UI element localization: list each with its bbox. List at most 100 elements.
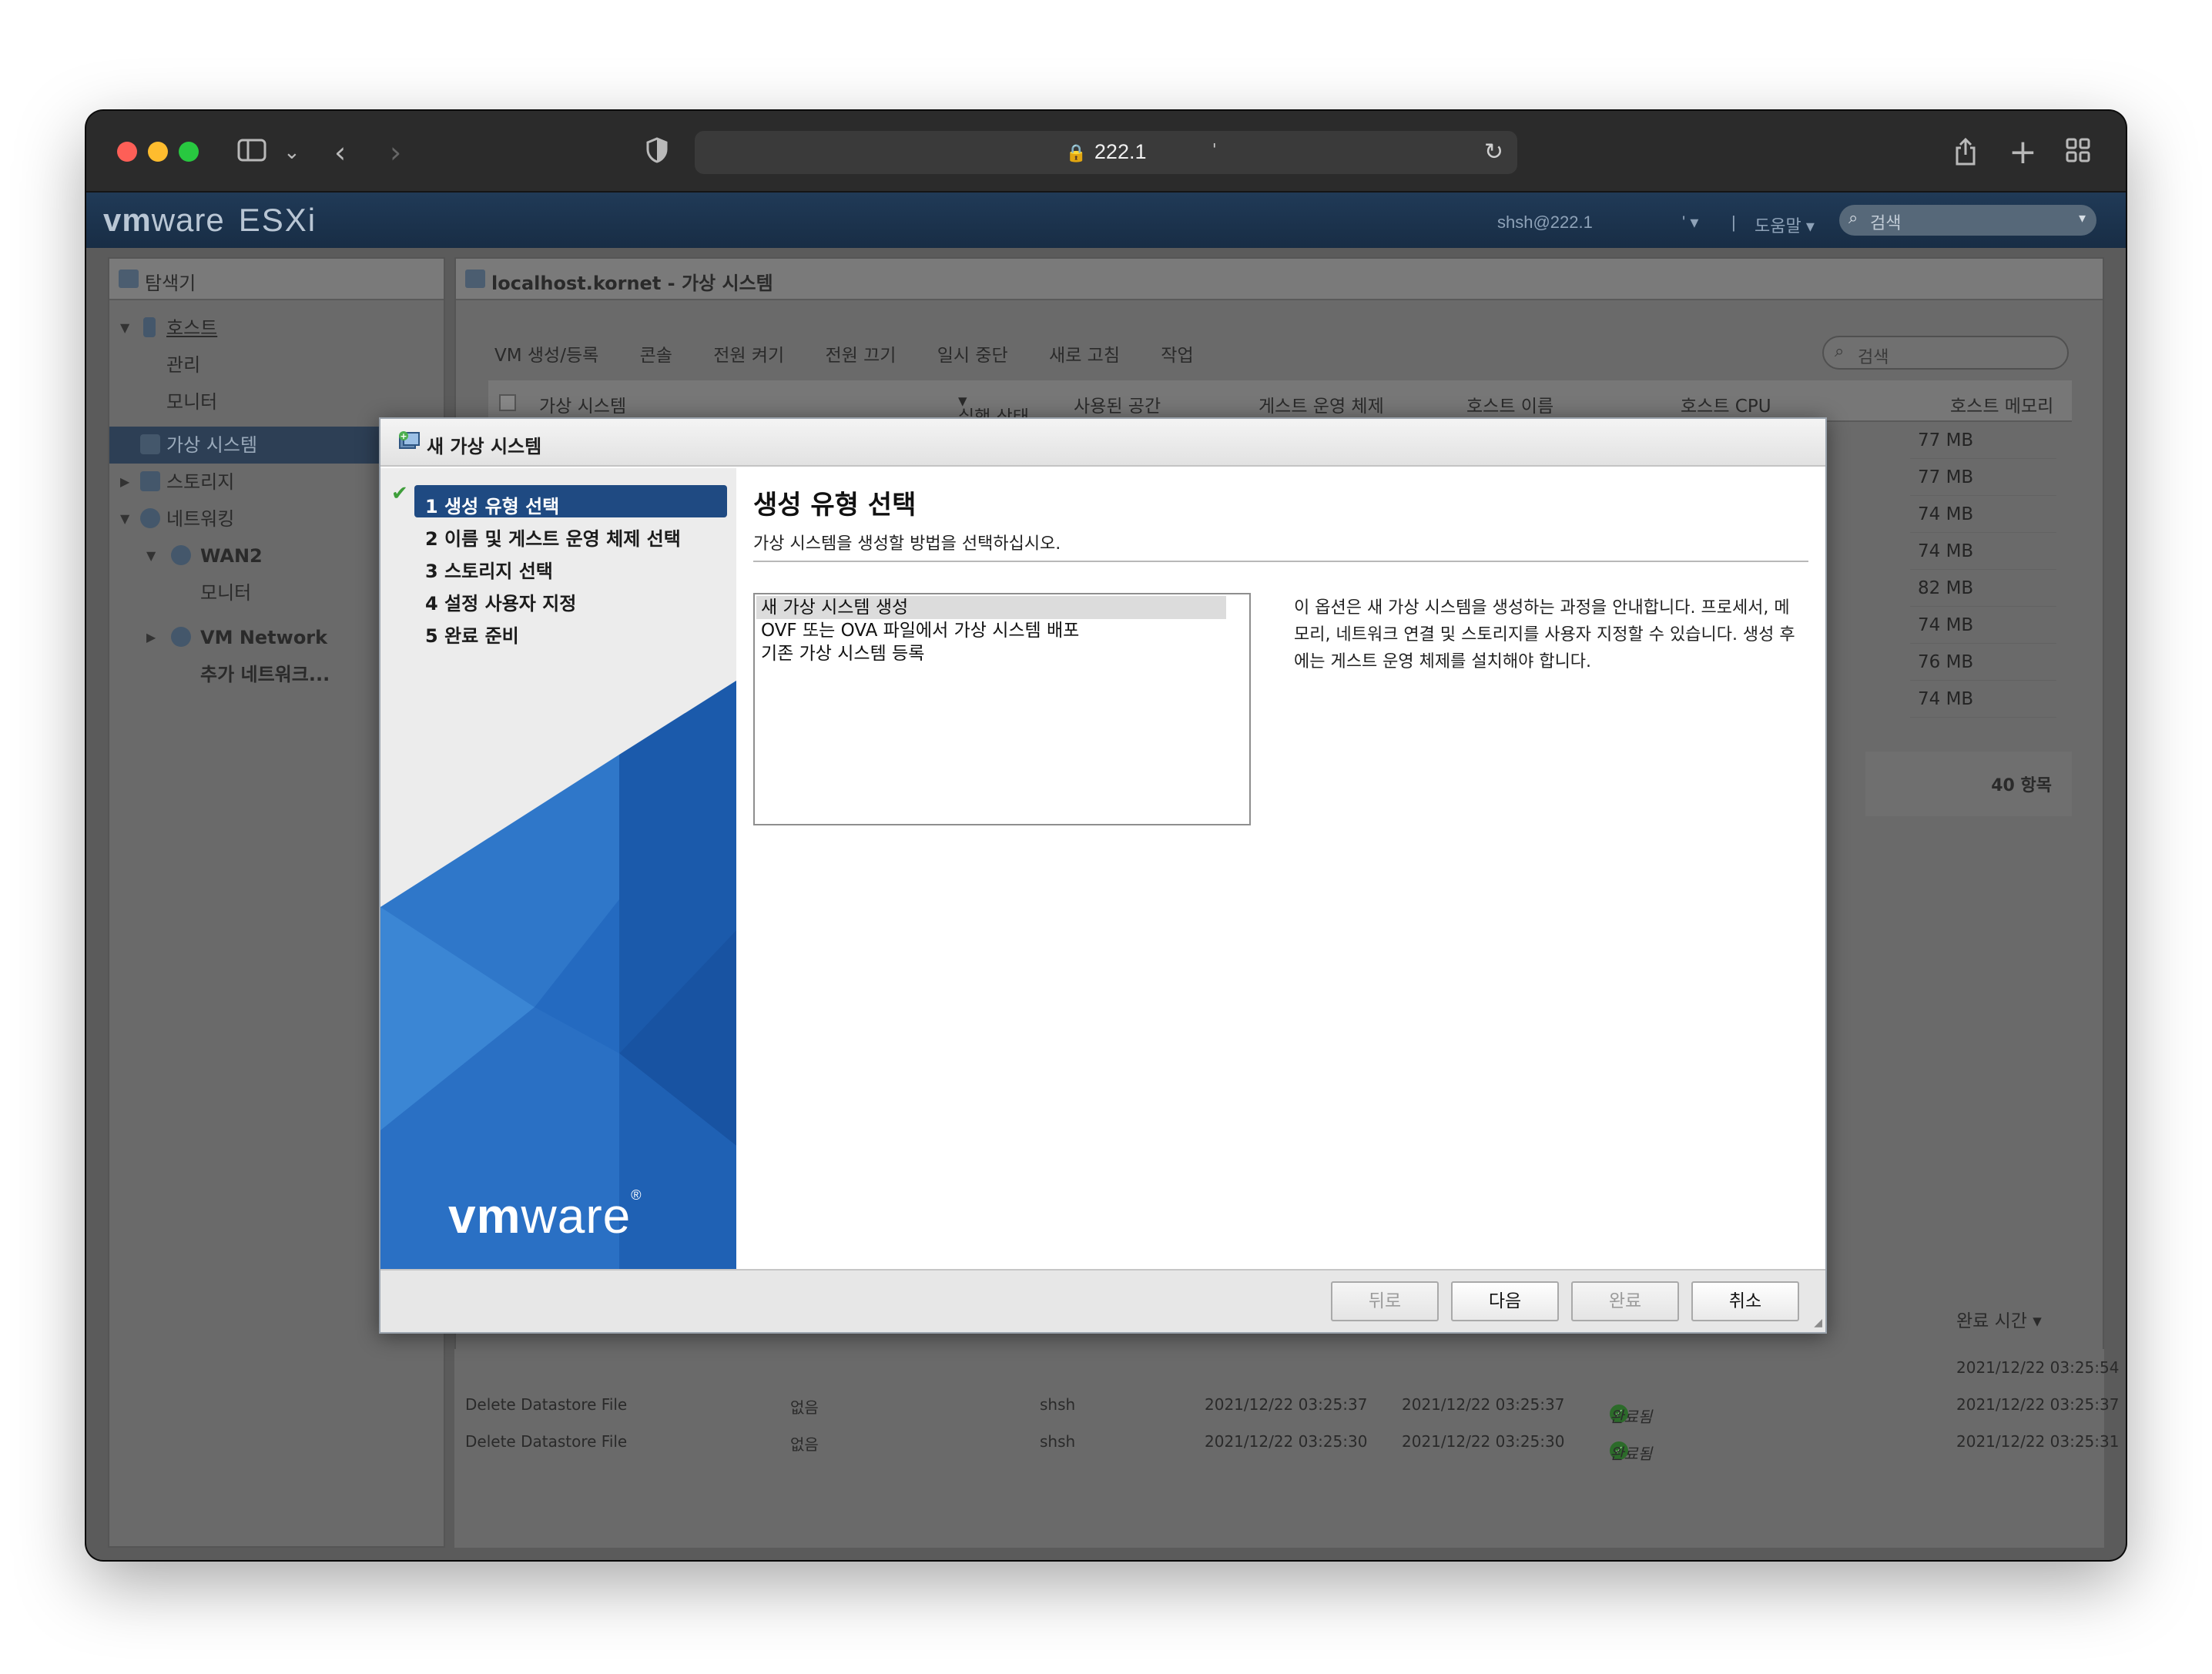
user-menu-mark[interactable]: ' ▾ [1682,213,1698,233]
option-description: 이 옵션은 새 가상 시스템을 생성하는 과정을 안내합니다. 프로세서, 메모… [1294,598,1795,671]
sidebar-item-manage[interactable]: 관리 [109,347,444,383]
wizard-content: 생성 유형 선택 가상 시스템을 생성할 방법을 선택하십시오. 새 가상 시스… [736,468,1825,1269]
vm-search-input[interactable]: ⌕ 검색 [1822,336,2069,370]
table-cell: 74 MB [1910,533,2056,570]
browser-toolbar: ⌄ ‹ › 🔒 222.1 ' ↻ + [86,111,2126,193]
task-completed: 2021/12/22 03:25:54 [1956,1358,2120,1377]
column-host-cpu[interactable]: 호스트 CPU [1681,391,1771,417]
navigator-icon [119,270,139,288]
table-cell: 77 MB [1910,422,2056,459]
task-completed: 2021/12/22 03:25:37 [1956,1395,2120,1414]
list-item-new-vm[interactable]: 새 가상 시스템 생성 [756,596,1226,619]
task-initiator: shsh [1040,1432,1076,1451]
vm-toolbar: VM 생성/등록 콘솔 전원 켜기 전원 끄기 일시 중단 새로 고침 작업 [494,340,1229,371]
task-initiator: shsh [1040,1395,1076,1414]
column-vm[interactable]: 가상 시스템 [539,391,626,417]
table-row[interactable]: Delete Datastore File 없음 shsh 2021/12/22… [454,1423,2119,1463]
task-completed: 2021/12/22 03:25:31 [1956,1432,2120,1451]
column-state[interactable]: 실행 상태 ▾ [958,391,1029,427]
task-started: 2021/12/22 03:25:30 [1402,1432,1565,1451]
storage-icon [140,471,160,491]
minimize-window-button[interactable] [148,142,168,162]
suspend-button[interactable]: 일시 중단 [937,346,1008,366]
sidebar-icon[interactable] [237,137,266,168]
navigator-title: 탐색기 [109,259,444,300]
expand-triangle-icon[interactable]: ▼ [120,501,129,537]
table-cell: 77 MB [1910,459,2056,496]
chevron-down-icon[interactable]: ▾ [2079,210,2086,226]
wizard-step-1[interactable]: 1 생성 유형 선택 [414,485,727,517]
task-target: 없음 [790,1435,819,1454]
wizard-step-5[interactable]: 5 완료 준비 [414,614,727,647]
header-search-input[interactable]: ⌕ 검색 ▾ [1839,205,2096,236]
refresh-button[interactable]: 새로 고침 [1049,346,1120,366]
dialog-title-bar[interactable]: + 새 가상 시스템 [380,419,1825,467]
search-icon: ⌕ [1848,209,1858,228]
column-host-memory[interactable]: 호스트 메모리 [1950,391,2053,417]
host-memory-column: 77 MB 77 MB 74 MB 74 MB 82 MB 74 MB 76 M… [1910,422,2056,718]
vm-table-header: 가상 시스템 실행 상태 ▾ 사용된 공간 게스트 운영 체제 호스트 이름 호… [488,380,2072,427]
actions-button[interactable]: 작업 [1161,346,1193,366]
column-guest-os[interactable]: 게스트 운영 체제 [1258,391,1384,417]
select-all-checkbox[interactable] [499,394,516,411]
expand-triangle-icon[interactable]: ▼ [146,537,156,574]
url-suffix: ' [1212,140,1217,159]
column-host-name[interactable]: 호스트 이름 [1466,391,1553,417]
sidebar-item-monitor[interactable]: 모니터 [109,383,444,420]
finish-button[interactable]: 완료 [1571,1281,1679,1321]
list-item-deploy-ovf[interactable]: OVF 또는 OVA 파일에서 가상 시스템 배포 [756,619,1248,642]
wizard-step-3[interactable]: 3 스토리지 선택 [414,550,727,582]
new-vm-icon: + [399,431,420,449]
wizard-step-4[interactable]: 4 설정 사용자 지정 [414,582,727,614]
forward-icon[interactable]: › [390,137,401,168]
vm-icon [140,434,160,454]
wizard-steps: 1 생성 유형 선택 ✔ 2 이름 및 게스트 운영 체제 선택 3 스토리지 … [380,468,736,1269]
network-icon [171,627,191,647]
table-cell: 74 MB [1910,496,2056,533]
table-cell: 74 MB [1910,607,2056,644]
plus-icon[interactable]: + [2009,136,2037,169]
list-item-register-vm[interactable]: 기존 가상 시스템 등록 [756,642,1248,665]
help-menu[interactable]: 도움말 ▾ [1755,213,1815,237]
user-menu[interactable]: shsh@222.1 [1497,213,1593,233]
create-register-vm-button[interactable]: VM 생성/등록 [494,346,598,366]
column-used-space[interactable]: 사용된 공간 [1074,391,1161,417]
share-icon[interactable] [1953,137,1978,172]
column-completed[interactable]: 완료 시간 ▾ [1956,1306,2042,1332]
back-icon[interactable]: ‹ [334,137,346,168]
console-button[interactable]: 콘솔 [640,346,672,366]
zoom-window-button[interactable] [179,142,199,162]
chevron-down-icon[interactable]: ⌄ [283,137,300,168]
back-button[interactable]: 뒤로 [1331,1281,1439,1321]
lock-icon: 🔒 [1065,143,1087,162]
next-button[interactable]: 다음 [1451,1281,1559,1321]
network-icon [171,545,191,565]
cancel-button[interactable]: 취소 [1691,1281,1799,1321]
check-icon: ✔ [391,482,408,505]
network-icon [140,508,160,528]
expand-triangle-icon[interactable]: ▶ [120,464,129,501]
table-row[interactable]: Delete Datastore File 없음 shsh 2021/12/22… [454,1386,2119,1426]
divider: | [1731,213,1736,232]
expand-triangle-icon[interactable]: ▶ [146,619,156,656]
wizard-step-2[interactable]: 2 이름 및 게스트 운영 체제 선택 [414,517,727,550]
resize-grip-icon[interactable]: ◢ [1814,1317,1822,1329]
expand-triangle-icon[interactable]: ▼ [120,310,129,347]
power-on-button[interactable]: 전원 켜기 [713,346,784,366]
step-heading: 생성 유형 선택 [753,490,917,521]
task-queued: 2021/12/22 03:25:30 [1205,1432,1368,1451]
creation-type-list[interactable]: 새 가상 시스템 생성 OVF 또는 OVA 파일에서 가상 시스템 배포 기존… [753,593,1251,825]
close-window-button[interactable] [117,142,137,162]
sidebar-item-host[interactable]: ▼ 호스트 [109,310,444,347]
url-text: 222.1 [1094,140,1147,163]
table-row[interactable]: 2021/12/22 03:25:54 [454,1349,2119,1386]
reload-icon[interactable]: ↻ [1484,139,1503,166]
grid-icon[interactable] [2066,137,2090,168]
task-queued: 2021/12/22 03:25:37 [1205,1395,1368,1414]
shield-icon[interactable] [645,137,669,169]
item-count: 40 항목 [1865,752,2072,816]
address-bar[interactable]: 🔒 222.1 ' ↻ [695,131,1517,174]
power-off-button[interactable]: 전원 끄기 [826,346,897,366]
recent-tasks-panel: 완료 시간 ▾ 2021/12/22 03:25:54 Delete Datas… [454,1311,2119,1548]
esxi-logo: vmware ESXi [103,202,317,238]
